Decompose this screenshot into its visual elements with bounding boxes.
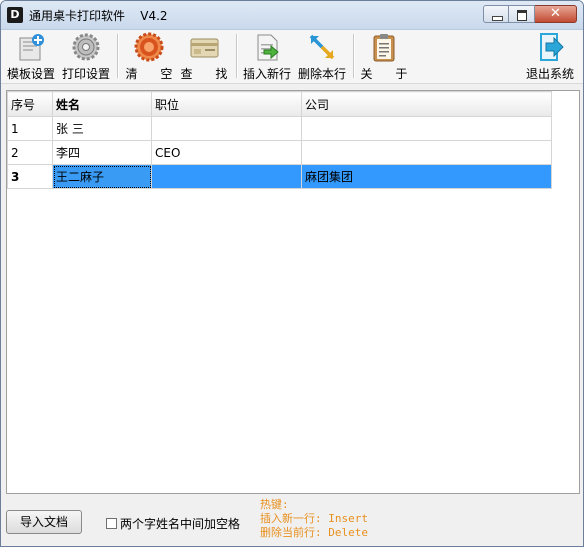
row-index[interactable]: 2 [7, 140, 53, 165]
space-in-name-option[interactable]: 两个字姓名中间加空格 [106, 515, 240, 532]
hotkey-insert: 插入新一行: Insert [260, 512, 368, 525]
hotkeys-info: 热键: 插入新一行: Insert 删除当前行: Delete [260, 498, 368, 540]
about-label: 关 于 [360, 67, 408, 81]
company-cell[interactable] [301, 116, 552, 141]
insert-row-label: 插入新行 [242, 67, 291, 81]
table: 序号 姓名 职位 公司 1 张 三 2 李四 CEO 3 王二麻子 麻团集团 [7, 91, 552, 189]
clear-label: 清 空 [125, 67, 173, 81]
table-row[interactable]: 2 李四 CEO [7, 140, 552, 165]
delete-arrows-icon [307, 32, 337, 62]
position-cell[interactable]: CEO [151, 140, 302, 165]
clear-button[interactable]: 清 空 [121, 30, 177, 82]
clipboard-icon [369, 32, 399, 62]
clear-icon [134, 32, 164, 62]
maximize-button[interactable] [509, 5, 535, 23]
find-label: 查 找 [180, 67, 228, 81]
delete-row-label: 删除本行 [297, 67, 346, 81]
print-settings-button[interactable]: 打印设置 [60, 30, 112, 82]
minimize-button[interactable] [483, 5, 509, 23]
company-cell[interactable] [301, 140, 552, 165]
row-index[interactable]: 3 [7, 164, 53, 189]
toolbar-separator [236, 34, 238, 78]
checkbox-label: 两个字姓名中间加空格 [120, 517, 241, 531]
column-header-position[interactable]: 职位 [151, 91, 302, 117]
exit-icon [535, 32, 565, 62]
hotkeys-title: 热键: [260, 498, 289, 511]
table-row-selected[interactable]: 3 王二麻子 麻团集团 [7, 164, 552, 189]
column-header-name[interactable]: 姓名 [52, 91, 152, 117]
toolbar-separator [353, 34, 355, 78]
table-row[interactable]: 1 张 三 [7, 116, 552, 141]
column-header-index[interactable]: 序号 [7, 91, 53, 117]
exit-label: 退出系统 [525, 67, 574, 81]
window-controls: ✕ [483, 5, 577, 24]
checkbox[interactable] [106, 518, 117, 529]
footer: 导入文档 两个字姓名中间加空格 热键: 插入新一行: Insert 删除当前行: D… [1, 495, 583, 546]
position-cell[interactable] [151, 164, 302, 189]
name-cell[interactable]: 张 三 [52, 116, 152, 141]
main-window: D 通用桌卡打印软件 V4.2 ✕ 模板设置 打印设置 清 空 查 找 插入新行… [0, 0, 584, 547]
hotkey-delete: 删除当前行: Delete [260, 526, 368, 539]
name-cell[interactable]: 李四 [52, 140, 152, 165]
template-settings-icon [16, 32, 46, 62]
title-bar[interactable]: D 通用桌卡打印软件 V4.2 ✕ [1, 1, 583, 30]
exit-button[interactable]: 退出系统 [525, 30, 575, 82]
minimize-icon [492, 16, 503, 21]
maximize-icon [517, 10, 527, 21]
toolbar-separator [117, 34, 119, 78]
insert-row-button[interactable]: 插入新行 [241, 30, 293, 82]
template-settings-button[interactable]: 模板设置 [5, 30, 57, 82]
gear-icon [71, 32, 101, 62]
company-cell[interactable]: 麻团集团 [301, 164, 552, 189]
print-settings-label: 打印设置 [61, 67, 110, 81]
app-logo-icon: D [7, 7, 23, 23]
find-button[interactable]: 查 找 [177, 30, 231, 82]
data-grid[interactable]: 序号 姓名 职位 公司 1 张 三 2 李四 CEO 3 王二麻子 麻团集团 [6, 90, 580, 494]
card-search-icon [189, 32, 219, 62]
row-index[interactable]: 1 [7, 116, 53, 141]
close-button[interactable]: ✕ [535, 5, 577, 23]
column-header-company[interactable]: 公司 [301, 91, 552, 117]
position-cell[interactable] [151, 116, 302, 141]
close-icon: ✕ [550, 6, 561, 21]
import-document-button[interactable]: 导入文档 [6, 510, 82, 534]
header-row: 序号 姓名 职位 公司 [7, 91, 552, 117]
about-button[interactable]: 关 于 [358, 30, 410, 82]
template-settings-label: 模板设置 [6, 67, 55, 81]
name-cell[interactable]: 王二麻子 [52, 164, 152, 189]
window-title: 通用桌卡打印软件 V4.2 [29, 9, 168, 23]
insert-document-icon [252, 32, 282, 62]
toolbar: 模板设置 打印设置 清 空 查 找 插入新行 删除本行 关 于 退出系统 [1, 30, 583, 84]
delete-row-button[interactable]: 删除本行 [295, 30, 349, 82]
